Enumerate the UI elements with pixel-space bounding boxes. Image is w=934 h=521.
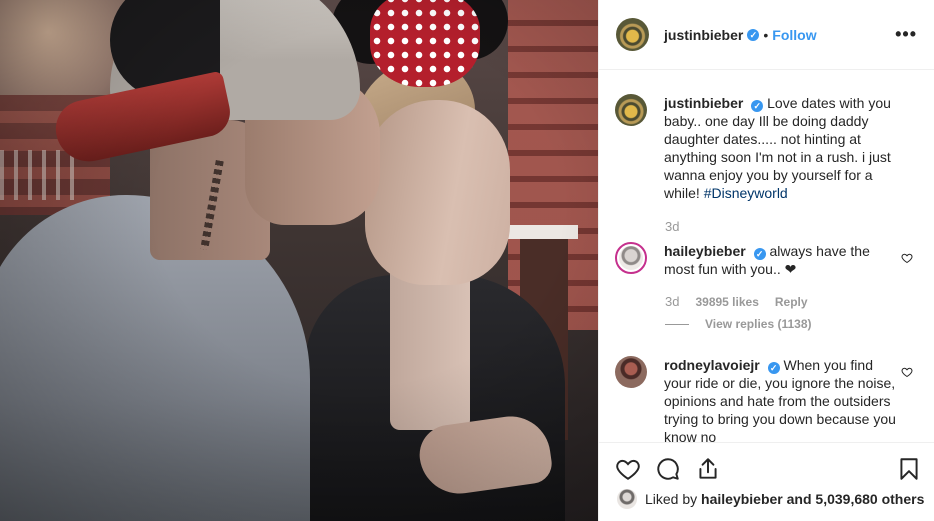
photo-vignette xyxy=(0,0,598,521)
more-options-icon[interactable]: ••• xyxy=(895,24,917,45)
caption-body: justinbieber ✓ Love dates with you baby.… xyxy=(664,94,904,202)
comment-icon[interactable] xyxy=(655,456,681,482)
caption-hashtag[interactable]: #Disneyworld xyxy=(704,185,788,201)
caption-username[interactable]: justinbieber xyxy=(664,95,743,111)
comments-list[interactable]: justinbieber ✓ Love dates with you baby.… xyxy=(599,86,934,442)
verified-icon: ✓ xyxy=(747,28,760,41)
comment-meta: 3d 39895 likes Reply xyxy=(665,294,808,309)
share-icon[interactable] xyxy=(695,456,721,482)
view-replies-button[interactable]: View replies (1138) xyxy=(665,317,812,331)
verified-icon: ✓ xyxy=(767,362,780,374)
verified-icon: ✓ xyxy=(753,248,766,260)
verified-icon: ✓ xyxy=(751,100,764,112)
commenter-avatar[interactable] xyxy=(615,356,647,388)
liked-by-prefix: Liked by xyxy=(645,491,698,507)
liked-by: Liked by haileybieber and 5,039,680 othe… xyxy=(617,489,924,509)
author-username[interactable]: justinbieber xyxy=(664,27,743,43)
comment-time: 3d xyxy=(665,294,680,309)
liker-avatar[interactable] xyxy=(617,489,637,509)
replies-line xyxy=(665,324,689,326)
commenter-avatar[interactable] xyxy=(615,242,647,274)
comment-like-heart-icon[interactable] xyxy=(901,366,913,378)
view-replies-label: View replies (1138) xyxy=(705,317,812,331)
comment-item: rodneylavoiejr ✓ When you find your ride… xyxy=(615,356,920,442)
comment-username[interactable]: haileybieber xyxy=(664,243,746,259)
comment-like-heart-icon[interactable] xyxy=(901,252,913,264)
author-avatar[interactable] xyxy=(616,18,649,51)
post-side-panel: justinbieber ✓ • Follow ••• justinbieber… xyxy=(598,0,934,521)
action-bar xyxy=(599,442,934,486)
comment-likes[interactable]: 39895 likes xyxy=(695,295,758,309)
heart-icon[interactable] xyxy=(615,456,641,482)
caption: justinbieber ✓ Love dates with you baby.… xyxy=(615,94,920,202)
comment-body: rodneylavoiejr ✓ When you find your ride… xyxy=(664,356,904,442)
reply-button[interactable]: Reply xyxy=(775,295,808,309)
follow-button[interactable]: Follow xyxy=(772,27,816,43)
post-header: justinbieber ✓ • Follow ••• xyxy=(599,0,934,70)
liked-by-others[interactable]: and 5,039,680 others xyxy=(787,491,925,507)
bookmark-icon[interactable] xyxy=(896,456,922,482)
comment-body: haileybieber ✓ always have the most fun … xyxy=(664,242,904,278)
caption-time: 3d xyxy=(665,219,680,234)
caption-avatar[interactable] xyxy=(615,94,647,126)
separator-dot: • xyxy=(763,26,769,43)
comment-username[interactable]: rodneylavoiejr xyxy=(664,357,760,373)
comment-item: haileybieber ✓ always have the most fun … xyxy=(615,242,920,278)
post-photo[interactable] xyxy=(0,0,598,521)
liked-by-user[interactable]: haileybieber xyxy=(701,491,783,507)
